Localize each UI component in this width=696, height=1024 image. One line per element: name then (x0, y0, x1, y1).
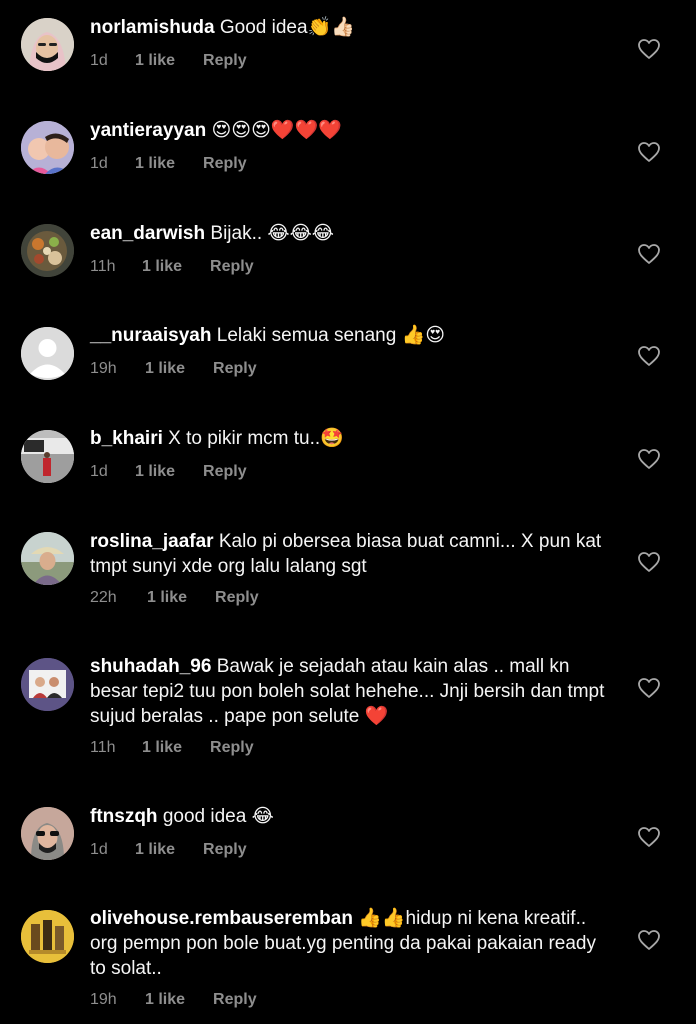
comment-meta: 1d 1 like Reply (90, 52, 247, 70)
comment-username[interactable]: olivehouse.rembauseremban (90, 908, 353, 929)
comment-meta: 1d 1 like Reply (90, 463, 247, 481)
comment-username[interactable]: yantierayyan (90, 120, 206, 141)
comment-likes[interactable]: 1 like (147, 589, 187, 607)
comment-time: 1d (90, 155, 108, 172)
hijab-mask-avatar[interactable] (21, 18, 74, 71)
like-heart-icon[interactable] (637, 677, 661, 699)
comment-time: 22h (90, 589, 117, 606)
comment-meta: 19h 1 like Reply (90, 991, 257, 1009)
comment-likes[interactable]: 1 like (135, 52, 175, 70)
like-heart-icon[interactable] (637, 141, 661, 163)
comment-likes[interactable]: 1 like (145, 991, 185, 1009)
comment-username[interactable]: b_khairi (90, 428, 163, 449)
children-photo-avatar[interactable] (21, 121, 74, 174)
storefront-avatar[interactable] (21, 430, 74, 483)
comment-meta: 1d 1 like Reply (90, 841, 247, 859)
like-heart-icon[interactable] (637, 448, 661, 470)
comment-username[interactable]: __nuraaisyah (90, 325, 211, 346)
comment-text: shuhadah_96 Bawak je sejadah atau kain a… (90, 654, 610, 729)
comment-meta: 22h 1 like Reply (90, 589, 259, 607)
comment-likes[interactable]: 1 like (145, 360, 185, 378)
like-heart-icon[interactable] (637, 38, 661, 60)
comment-body: 😍😍😍❤️❤️❤️ (211, 120, 342, 141)
comment-meta: 11h 1 like Reply (90, 739, 254, 757)
comment-time: 19h (90, 360, 117, 377)
reply-button[interactable]: Reply (203, 841, 247, 859)
reply-button[interactable]: Reply (215, 589, 259, 607)
comment-body: good idea 😂 (162, 806, 274, 827)
comment-time: 19h (90, 991, 117, 1008)
like-heart-icon[interactable] (637, 345, 661, 367)
reply-button[interactable]: Reply (203, 52, 247, 70)
comment-text: ean_darwish Bijak.. 😂😂😂 (90, 221, 610, 246)
comment-time: 11h (90, 739, 116, 756)
reply-button[interactable]: Reply (210, 739, 254, 757)
comment-likes[interactable]: 1 like (142, 739, 182, 757)
comment-text: b_khairi X to pikir mcm tu..🤩 (90, 426, 610, 451)
comment-time: 1d (90, 463, 108, 480)
food-plate-avatar[interactable] (21, 224, 74, 277)
comment-likes[interactable]: 1 like (135, 463, 175, 481)
group-photo-avatar[interactable] (21, 658, 74, 711)
comment-meta: 11h 1 like Reply (90, 258, 254, 276)
reply-button[interactable]: Reply (203, 155, 247, 173)
like-heart-icon[interactable] (637, 826, 661, 848)
comment-text: olivehouse.rembauseremban 👍👍hidup ni ken… (90, 906, 610, 981)
comment-body: Good idea👏👍🏻 (219, 17, 355, 38)
comment-likes[interactable]: 1 like (135, 155, 175, 173)
comment-text: yantierayyan 😍😍😍❤️❤️❤️ (90, 118, 610, 143)
like-heart-icon[interactable] (637, 551, 661, 573)
comment-body: X to pikir mcm tu..🤩 (168, 428, 344, 449)
reply-button[interactable]: Reply (213, 360, 257, 378)
comment-meta: 19h 1 like Reply (90, 360, 257, 378)
comment-text: ftnszqh good idea 😂 (90, 804, 610, 829)
shop-products-avatar[interactable] (21, 910, 74, 963)
comment-text: __nuraaisyah Lelaki semua senang 👍😍 (90, 323, 610, 348)
comment-likes[interactable]: 1 like (142, 258, 182, 276)
comment-username[interactable]: ftnszqh (90, 806, 158, 827)
comment-username[interactable]: ean_darwish (90, 223, 205, 244)
comment-username[interactable]: shuhadah_96 (90, 656, 211, 677)
comment-username[interactable]: roslina_jaafar (90, 531, 214, 552)
comment-text: roslina_jaafar Kalo pi obersea biasa bua… (90, 529, 610, 579)
reply-button[interactable]: Reply (203, 463, 247, 481)
like-heart-icon[interactable] (637, 243, 661, 265)
default-user-avatar[interactable] (21, 327, 74, 380)
reply-button[interactable]: Reply (210, 258, 254, 276)
comment-username[interactable]: norlamishuda (90, 17, 215, 38)
comment-meta: 1d 1 like Reply (90, 155, 247, 173)
comment-time: 1d (90, 841, 108, 858)
comment-body: Lelaki semua senang 👍😍 (216, 325, 446, 346)
outdoor-portrait-avatar[interactable] (21, 532, 74, 585)
comment-time: 1d (90, 52, 108, 69)
comment-body: Bijak.. 😂😂😂 (210, 223, 335, 244)
sunglasses-avatar[interactable] (21, 807, 74, 860)
comment-time: 11h (90, 258, 116, 275)
comment-text: norlamishuda Good idea👏👍🏻 (90, 15, 610, 40)
comment-likes[interactable]: 1 like (135, 841, 175, 859)
like-heart-icon[interactable] (637, 929, 661, 951)
reply-button[interactable]: Reply (213, 991, 257, 1009)
